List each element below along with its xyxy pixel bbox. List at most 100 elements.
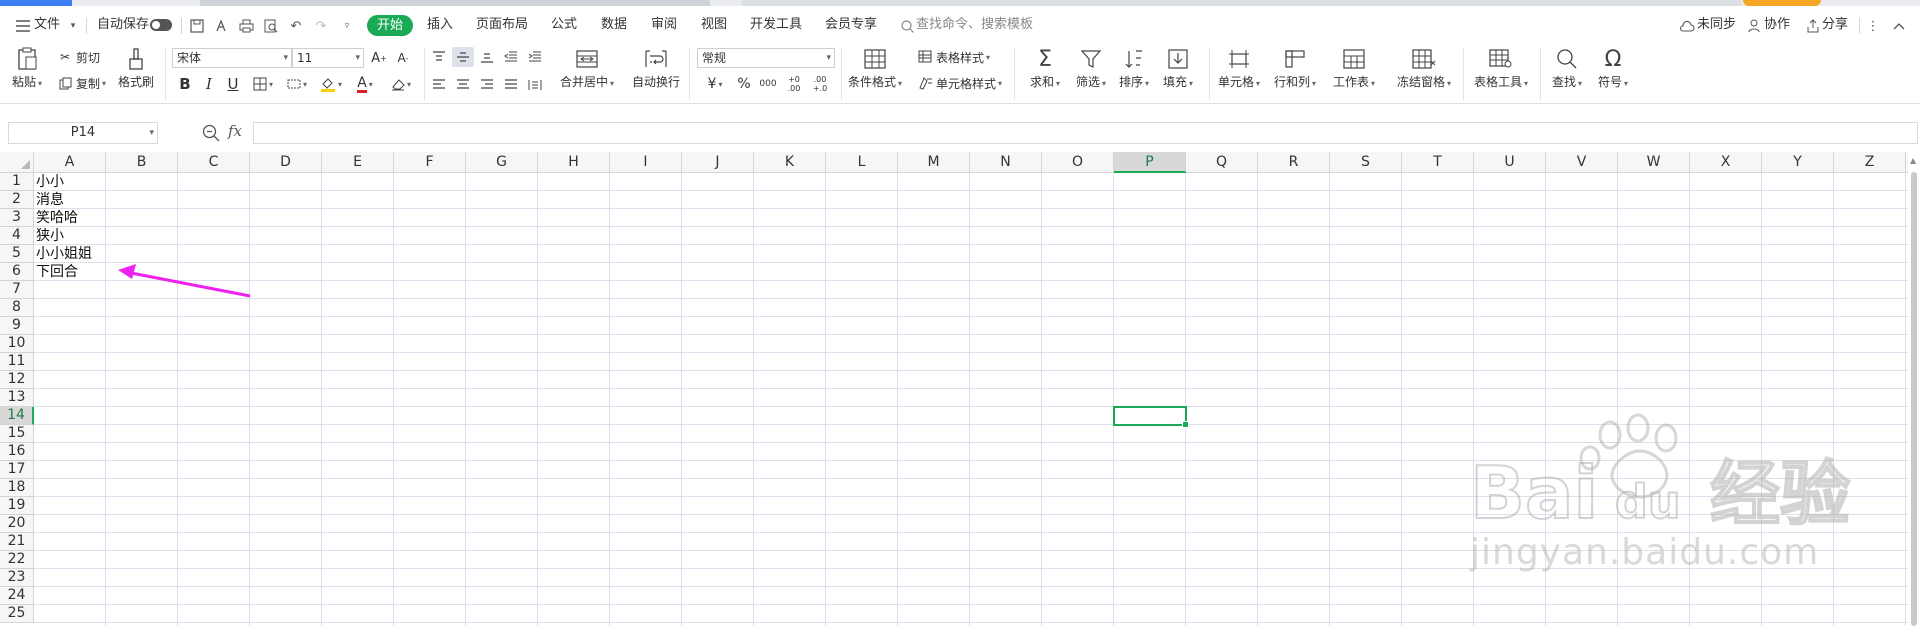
column-header-f[interactable]: F: [394, 152, 466, 173]
align-right-icon[interactable]: [476, 75, 498, 95]
function-icon[interactable]: fx: [228, 122, 242, 140]
freeze-panes-button[interactable]: 冻结窗格: [1397, 46, 1451, 90]
tab-home[interactable]: 开始: [367, 15, 414, 36]
cell-a5[interactable]: 小小姐姐: [36, 245, 92, 263]
decrease-decimal-button[interactable]: .00 +.0: [808, 74, 832, 94]
tab-page-layout[interactable]: 页面布局: [476, 16, 528, 34]
increase-font-icon[interactable]: A +: [368, 48, 390, 68]
formula-input[interactable]: [253, 122, 1918, 144]
row-header-7[interactable]: 7: [0, 281, 34, 299]
tab-review[interactable]: 审阅: [651, 16, 677, 34]
sum-button[interactable]: Σ 求和: [1030, 46, 1060, 90]
clear-format-icon[interactable]: [386, 74, 416, 94]
column-header-y[interactable]: Y: [1762, 152, 1834, 173]
align-bottom-icon[interactable]: [476, 47, 498, 67]
name-box[interactable]: P14: [8, 122, 158, 144]
tab-formulas[interactable]: 公式: [551, 16, 577, 34]
row-header-14[interactable]: 14: [0, 407, 34, 425]
row-header-20[interactable]: 20: [0, 515, 34, 533]
decrease-indent-icon[interactable]: [500, 47, 522, 67]
align-left-icon[interactable]: [428, 75, 450, 95]
row-header-25[interactable]: 25: [0, 605, 34, 623]
row-header-8[interactable]: 8: [0, 299, 34, 317]
worksheet-button[interactable]: 工作表: [1333, 46, 1375, 90]
undo-icon[interactable]: ↶: [287, 18, 305, 34]
merge-center-button[interactable]: 合并居中: [560, 46, 614, 90]
share-button[interactable]: 分享: [1822, 16, 1848, 34]
bold-button[interactable]: B: [174, 74, 196, 94]
collaborate-button[interactable]: 协作: [1764, 16, 1790, 34]
scroll-up-icon[interactable]: ▲: [1910, 156, 1916, 165]
chevron-down-icon[interactable]: ▾: [64, 18, 82, 34]
tab-view[interactable]: 视图: [701, 16, 727, 34]
tab-data[interactable]: 数据: [601, 16, 627, 34]
justify-icon[interactable]: [500, 75, 522, 95]
borders-icon[interactable]: [248, 74, 278, 94]
row-header-22[interactable]: 22: [0, 551, 34, 569]
row-header-3[interactable]: 3: [0, 209, 34, 227]
column-header-k[interactable]: K: [754, 152, 826, 173]
redo-icon[interactable]: ↷: [312, 18, 330, 34]
column-header-w[interactable]: W: [1618, 152, 1690, 173]
column-header-e[interactable]: E: [322, 152, 394, 173]
tab-member[interactable]: 会员专享: [825, 16, 877, 34]
row-header-2[interactable]: 2: [0, 191, 34, 209]
cell-area[interactable]: 小小 消息 笑哈哈 狭小 小小姐姐 下回合: [34, 173, 1912, 626]
column-header-x[interactable]: X: [1690, 152, 1762, 173]
column-header-t[interactable]: T: [1402, 152, 1474, 173]
conditional-format-button[interactable]: 条件格式: [848, 46, 902, 90]
row-column-button[interactable]: 行和列: [1274, 46, 1316, 90]
column-header-r[interactable]: R: [1258, 152, 1330, 173]
sort-button[interactable]: 排序: [1119, 46, 1149, 90]
column-header-u[interactable]: U: [1474, 152, 1546, 173]
italic-button[interactable]: I: [198, 74, 220, 94]
table-style-button[interactable]: 表格样式: [916, 48, 990, 66]
more-options-icon[interactable]: ⋮: [1864, 18, 1882, 34]
fill-button[interactable]: 填充: [1163, 46, 1193, 90]
column-header-p[interactable]: P: [1114, 152, 1186, 173]
column-header-b[interactable]: B: [106, 152, 178, 173]
row-header-12[interactable]: 12: [0, 371, 34, 389]
align-center-icon[interactable]: [452, 75, 474, 95]
cell-a4[interactable]: 狭小: [36, 227, 64, 245]
column-header-i[interactable]: I: [610, 152, 682, 173]
print-preview-icon[interactable]: [262, 18, 280, 34]
row-header-11[interactable]: 11: [0, 353, 34, 371]
column-header-a[interactable]: A: [34, 152, 106, 173]
selected-cell-p14[interactable]: [1113, 406, 1189, 428]
cell-button[interactable]: 单元格: [1218, 46, 1260, 90]
row-header-9[interactable]: 9: [0, 317, 34, 335]
row-header-19[interactable]: 19: [0, 497, 34, 515]
row-header-6[interactable]: 6: [0, 263, 34, 281]
filter-button[interactable]: 筛选: [1076, 46, 1106, 90]
column-header-o[interactable]: O: [1042, 152, 1114, 173]
align-middle-icon[interactable]: [452, 47, 474, 67]
file-menu[interactable]: 文件: [34, 16, 60, 34]
distributed-align-icon[interactable]: [524, 75, 546, 95]
cell-a2[interactable]: 消息: [36, 191, 64, 209]
column-header-j[interactable]: J: [682, 152, 754, 173]
row-header-5[interactable]: 5: [0, 245, 34, 263]
number-format-select[interactable]: 常规: [697, 48, 835, 68]
export-icon[interactable]: [212, 18, 230, 34]
row-header-21[interactable]: 21: [0, 533, 34, 551]
font-color-icon[interactable]: A: [350, 74, 380, 94]
row-header-13[interactable]: 13: [0, 389, 34, 407]
tab-insert[interactable]: 插入: [427, 16, 453, 34]
row-header-10[interactable]: 10: [0, 335, 34, 353]
zoom-icon[interactable]: [202, 124, 220, 142]
autosave-toggle[interactable]: [150, 19, 172, 31]
row-header-23[interactable]: 23: [0, 569, 34, 587]
save-icon[interactable]: [188, 18, 206, 34]
collapse-ribbon-icon[interactable]: [1890, 18, 1908, 34]
row-header-1[interactable]: 1: [0, 173, 34, 191]
align-top-icon[interactable]: [428, 47, 450, 67]
cell-style-button[interactable]: 单元格样式: [916, 74, 1002, 92]
scrollbar-thumb[interactable]: [1911, 172, 1917, 626]
row-header-4[interactable]: 4: [0, 227, 34, 245]
row-header-24[interactable]: 24: [0, 587, 34, 605]
underline-button[interactable]: U: [222, 74, 244, 94]
tab-developer[interactable]: 开发工具: [750, 16, 802, 34]
print-icon[interactable]: [237, 18, 255, 34]
column-header-v[interactable]: V: [1546, 152, 1618, 173]
